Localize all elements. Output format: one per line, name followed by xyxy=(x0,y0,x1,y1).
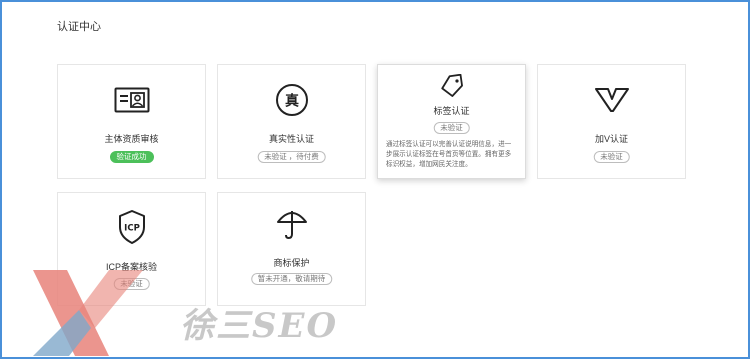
umbrella-icon xyxy=(276,207,308,246)
card-label: 商标保护 xyxy=(273,258,310,268)
icp-shield-icon: ICP xyxy=(117,209,147,250)
page-title: 认证中心 xyxy=(57,21,101,33)
card-label: 加V认证 xyxy=(594,134,628,144)
card-label: 真实性认证 xyxy=(268,134,314,144)
watermark-text: 徐三SEO xyxy=(180,306,339,346)
card-label: 标签认证 xyxy=(433,106,470,116)
status-badge: 未验证 xyxy=(433,122,470,134)
status-badge: 验证成功 xyxy=(109,151,154,163)
status-badge: 暂未开通，敬请期待 xyxy=(250,273,333,285)
card-label: 主体资质审核 xyxy=(104,134,159,144)
card-v-certification[interactable]: 加V认证 未验证 xyxy=(537,64,686,179)
seal-char: 真 xyxy=(285,93,299,110)
card-entity-qualification[interactable]: 主体资质审核 验证成功 xyxy=(57,64,206,179)
v-badge-icon xyxy=(594,87,630,118)
id-card-icon xyxy=(114,87,150,118)
status-badge: 未验证 xyxy=(593,151,630,163)
card-description: 通过标签认证可以完善认证说明信息，进一步展示认证标签在号首页等位置。拥有更多标识… xyxy=(386,141,512,168)
icp-text: ICP xyxy=(124,224,140,234)
card-tag-certification[interactable]: 标签认证 未验证 通过标签认证可以完善认证说明信息，进一步展示认证标签在号首页等… xyxy=(377,64,526,179)
tag-icon xyxy=(439,73,465,103)
x-logo-watermark xyxy=(33,270,143,356)
status-badge: 未验证 ，待付费 xyxy=(257,151,326,163)
card-authenticity[interactable]: 真 真实性认证 未验证 ，待付费 xyxy=(217,64,366,179)
authentic-seal-icon: 真 xyxy=(275,83,309,122)
card-trademark-protection[interactable]: 商标保护 暂未开通，敬请期待 xyxy=(217,192,366,306)
